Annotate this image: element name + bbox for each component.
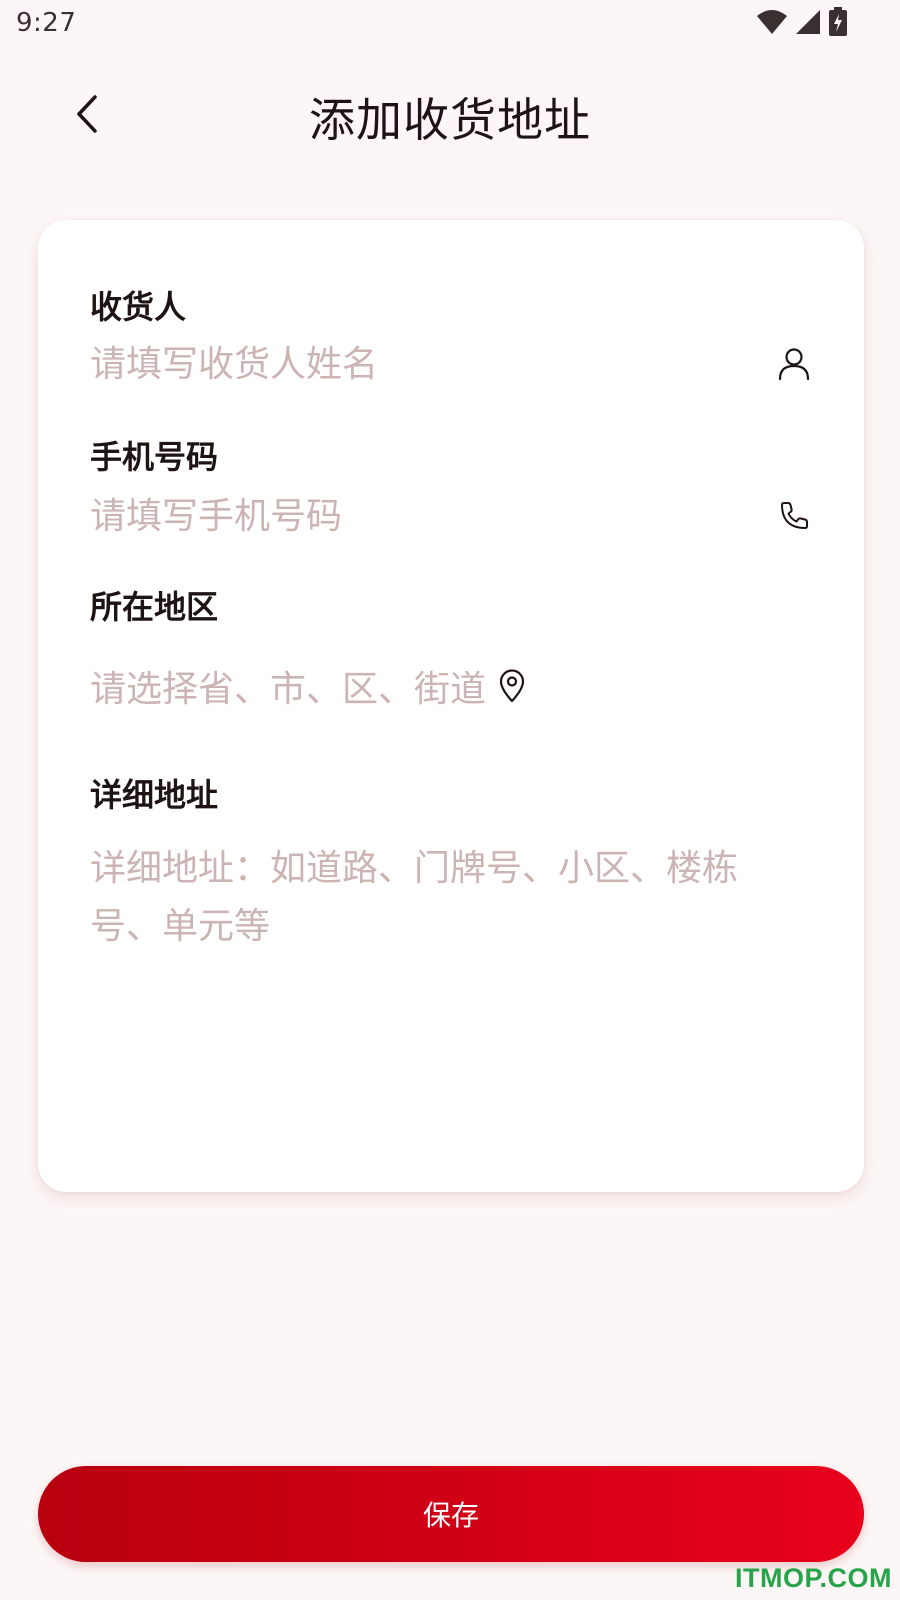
person-icon[interactable] bbox=[774, 344, 814, 384]
page-title: 添加收货地址 bbox=[309, 93, 591, 147]
battery-charging-icon bbox=[828, 7, 848, 41]
header: 添加收货地址 bbox=[0, 72, 900, 160]
detail-address-label: 详细地址 bbox=[90, 776, 219, 814]
detail-address-input[interactable] bbox=[90, 840, 790, 1160]
status-icons bbox=[756, 7, 848, 41]
location-pin-icon bbox=[492, 666, 532, 706]
address-form-card: 收货人 手机号码 所在地区 请选择省、市、区、街道 详细地址 bbox=[38, 220, 864, 1192]
save-button[interactable]: 保存 bbox=[38, 1466, 864, 1562]
region-placeholder: 请选择省、市、区、街道 bbox=[90, 669, 487, 710]
status-time: 9:27 bbox=[16, 8, 77, 38]
region-label: 所在地区 bbox=[90, 588, 219, 626]
recipient-name-input[interactable] bbox=[90, 338, 730, 390]
recipient-label: 收货人 bbox=[90, 288, 187, 326]
phone-icon[interactable] bbox=[774, 496, 814, 536]
phone-number-input[interactable] bbox=[90, 490, 730, 542]
cellular-signal-icon bbox=[794, 8, 822, 40]
wifi-icon bbox=[756, 8, 788, 40]
region-selector[interactable]: 请选择省、市、区、街道 bbox=[90, 658, 532, 714]
status-bar: 9:27 bbox=[0, 0, 900, 48]
phone-label: 手机号码 bbox=[90, 438, 219, 476]
watermark: ITMOP.COM bbox=[734, 1563, 892, 1593]
